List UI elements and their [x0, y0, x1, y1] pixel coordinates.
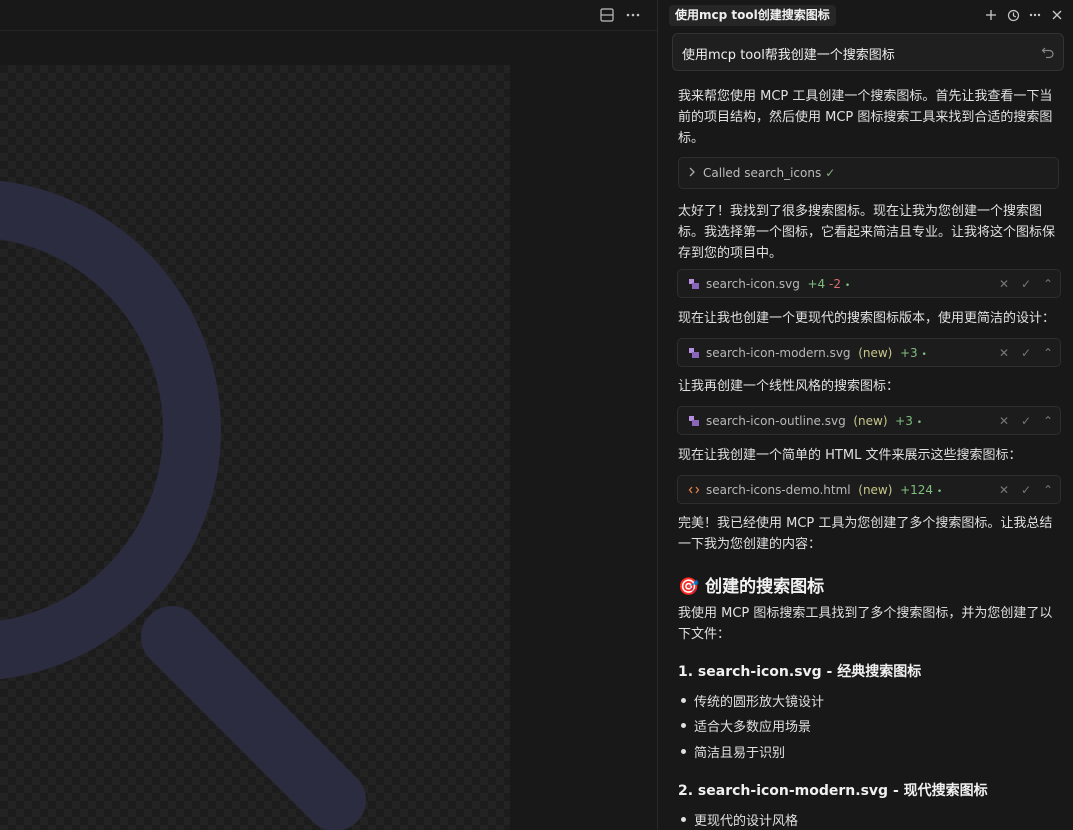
accept-icon[interactable]: ✓ — [1020, 345, 1032, 361]
svg-file-icon — [688, 278, 700, 290]
assistant-message: 现在让我也创建一个更现代的搜索图标版本，使用更简洁的设计： — [678, 311, 1056, 326]
svg-preview-canvas — [0, 65, 510, 830]
reject-icon[interactable]: ✕ — [998, 345, 1010, 361]
chevron-right-icon — [687, 166, 699, 180]
list-item: 传统的圆形放大镜设计 — [680, 691, 824, 710]
assistant-message: 我来帮您使用 MCP 工具创建一个搜索图标。首先让我查看一下当前的项目结构，然后… — [678, 89, 1053, 146]
accept-icon[interactable]: ✓ — [1020, 413, 1032, 429]
search-icon-preview — [0, 180, 366, 830]
tool-call-label: Called search_icons ✓ — [703, 166, 836, 180]
file-name: search-icon-outline.svg (new) +3 • — [706, 414, 923, 428]
assistant-message: 让我再创建一个线性风格的搜索图标： — [678, 379, 900, 394]
plus-icon[interactable] — [983, 7, 999, 23]
accept-icon[interactable]: ✓ — [1020, 276, 1032, 292]
editor-toolbar — [0, 0, 657, 31]
assistant-message: 现在让我创建一个简单的 HTML 文件来展示这些搜索图标： — [678, 448, 1022, 463]
file-chip-search-icon-svg[interactable]: search-icon.svg +4 -2 • ✕ ✓ ⌃ — [677, 269, 1061, 298]
list-item: 适合大多数应用场景 — [680, 716, 811, 735]
assistant-message: 我使用 MCP 图标搜索工具找到了多个搜索图标，并为您创建了以下文件： — [678, 606, 1053, 642]
user-prompt-text: 使用mcp tool帮我创建一个搜索图标 — [682, 48, 895, 63]
html-file-icon — [688, 484, 700, 496]
reject-icon[interactable]: ✕ — [998, 413, 1010, 429]
summary-heading: 🎯 创建的搜索图标 — [678, 577, 825, 597]
chat-tab[interactable]: 使用mcp tool创建搜索图标 — [669, 5, 836, 26]
assistant-message: 完美！我已经使用 MCP 工具为您创建了多个搜索图标。让我总结一下我为您创建的内… — [678, 516, 1053, 552]
expand-icon[interactable]: ⌃ — [1042, 482, 1054, 498]
close-icon[interactable] — [1049, 7, 1065, 23]
check-icon: ✓ — [825, 166, 836, 180]
split-editor-icon[interactable] — [599, 7, 615, 23]
list-item: 更现代的设计风格 — [680, 810, 798, 829]
file-name: search-icon-modern.svg (new) +3 • — [706, 346, 927, 360]
section-heading: 2. search-icon-modern.svg - 现代搜索图标 — [678, 783, 988, 799]
chat-header: 使用mcp tool创建搜索图标 — [658, 0, 1073, 31]
svg-file-icon — [688, 347, 700, 359]
more-actions-icon[interactable] — [625, 7, 641, 23]
assistant-message: 太好了！我找到了很多搜索图标。现在让我为您创建一个搜索图标。我选择第一个图标，它… — [678, 204, 1056, 261]
file-chip-search-icons-demo-html[interactable]: search-icons-demo.html (new) +124 • ✕ ✓ … — [677, 475, 1061, 504]
file-chip-search-icon-modern-svg[interactable]: search-icon-modern.svg (new) +3 • ✕ ✓ ⌃ — [677, 338, 1061, 367]
expand-icon[interactable]: ⌃ — [1042, 345, 1054, 361]
file-chip-search-icon-outline-svg[interactable]: search-icon-outline.svg (new) +3 • ✕ ✓ ⌃ — [677, 406, 1061, 435]
svg-file-icon — [688, 415, 700, 427]
accept-icon[interactable]: ✓ — [1020, 482, 1032, 498]
history-icon[interactable] — [1005, 7, 1021, 23]
reject-icon[interactable]: ✕ — [998, 482, 1010, 498]
expand-icon[interactable]: ⌃ — [1042, 276, 1054, 292]
reject-icon[interactable]: ✕ — [998, 276, 1010, 292]
section-heading: 1. search-icon.svg - 经典搜索图标 — [678, 664, 922, 680]
tool-call-search-icons[interactable]: Called search_icons ✓ — [678, 157, 1059, 189]
chat-panel: 使用mcp tool创建搜索图标 使用mcp tool帮我创建一个搜索图标 我来… — [657, 0, 1073, 830]
more-icon[interactable] — [1027, 7, 1043, 23]
file-name: search-icons-demo.html (new) +124 • — [706, 483, 943, 497]
file-name: search-icon.svg +4 -2 • — [706, 277, 851, 291]
list-item: 简洁且易于识别 — [680, 742, 785, 761]
user-prompt[interactable]: 使用mcp tool帮我创建一个搜索图标 — [672, 33, 1064, 71]
editor-area — [0, 0, 657, 830]
undo-icon[interactable] — [1041, 45, 1055, 59]
expand-icon[interactable]: ⌃ — [1042, 413, 1054, 429]
